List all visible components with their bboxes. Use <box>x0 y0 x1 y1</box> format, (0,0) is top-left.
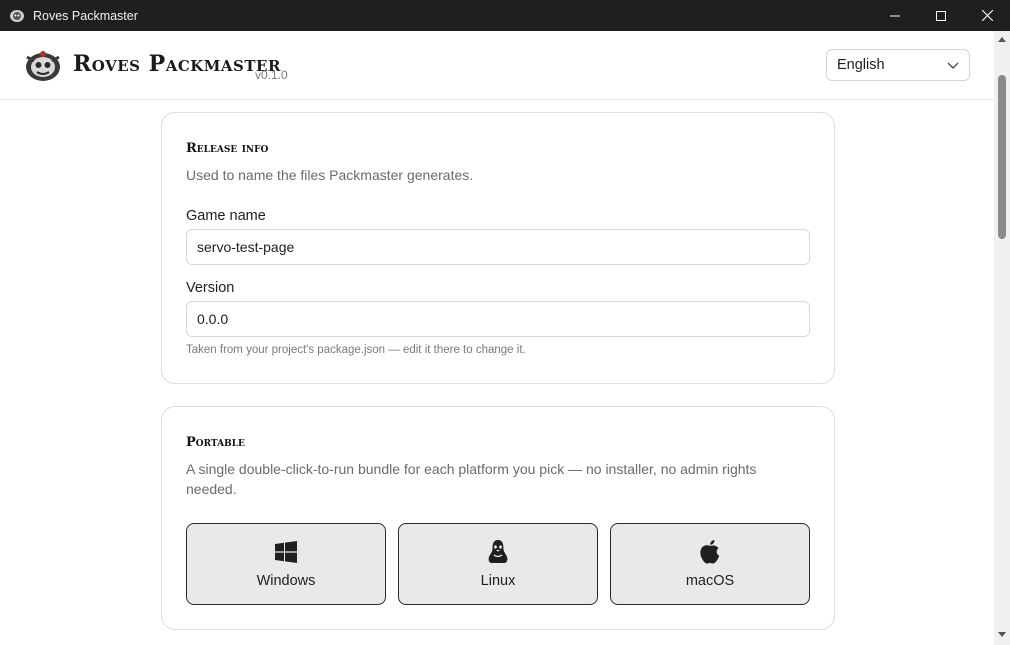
game-name-label: Game name <box>186 208 266 224</box>
window-title: Roves Packmaster <box>33 8 138 23</box>
platform-windows-button[interactable]: Windows <box>186 523 386 605</box>
portable-title: Portable <box>186 435 245 450</box>
game-name-field[interactable] <box>186 229 810 265</box>
maximize-icon <box>936 10 946 21</box>
scroll-down-arrow-icon[interactable] <box>997 631 1007 639</box>
portable-description: A single double-click-to-run bundle for … <box>186 461 757 497</box>
app-header: Roves Packmaster v0.1.0 English <box>0 31 994 100</box>
app-version: v0.1.0 <box>255 68 288 82</box>
apple-icon <box>698 539 722 565</box>
app-logo-icon <box>9 8 25 24</box>
maximize-button[interactable] <box>918 0 964 31</box>
platform-linux-button[interactable]: Linux <box>398 523 598 605</box>
release-info-description: Used to name the files Packmaster genera… <box>186 167 474 183</box>
platform-windows-label: Windows <box>256 573 316 589</box>
language-select[interactable]: English <box>826 49 970 81</box>
chevron-down-icon <box>947 62 959 69</box>
version-field[interactable] <box>186 301 810 337</box>
linux-icon <box>487 539 509 565</box>
version-label: Version <box>186 280 235 296</box>
version-hint: Taken from your project's package.json —… <box>186 344 526 356</box>
brand-name: Roves Packmaster <box>73 51 281 77</box>
close-button[interactable] <box>964 0 1010 31</box>
platform-linux-label: Linux <box>480 573 516 589</box>
window-titlebar: Roves Packmaster <box>0 0 1010 31</box>
scroll-up-arrow-icon[interactable] <box>997 35 1007 43</box>
close-icon <box>981 10 993 21</box>
brand-logo-icon <box>24 49 62 83</box>
scrollbar-thumb[interactable] <box>998 75 1006 239</box>
release-info-card: Release info Used to name the files Pack… <box>161 112 835 384</box>
platform-macos-label: macOS <box>685 573 735 589</box>
platform-macos-button[interactable]: macOS <box>610 523 810 605</box>
language-select-value: English <box>837 57 885 73</box>
release-info-title: Release info <box>186 141 269 156</box>
portable-card: Portable A single double-click-to-run bu… <box>161 406 835 630</box>
windows-icon <box>275 539 297 565</box>
vertical-scrollbar[interactable] <box>994 31 1010 645</box>
minimize-button[interactable] <box>872 0 918 31</box>
minimize-icon <box>890 15 900 16</box>
